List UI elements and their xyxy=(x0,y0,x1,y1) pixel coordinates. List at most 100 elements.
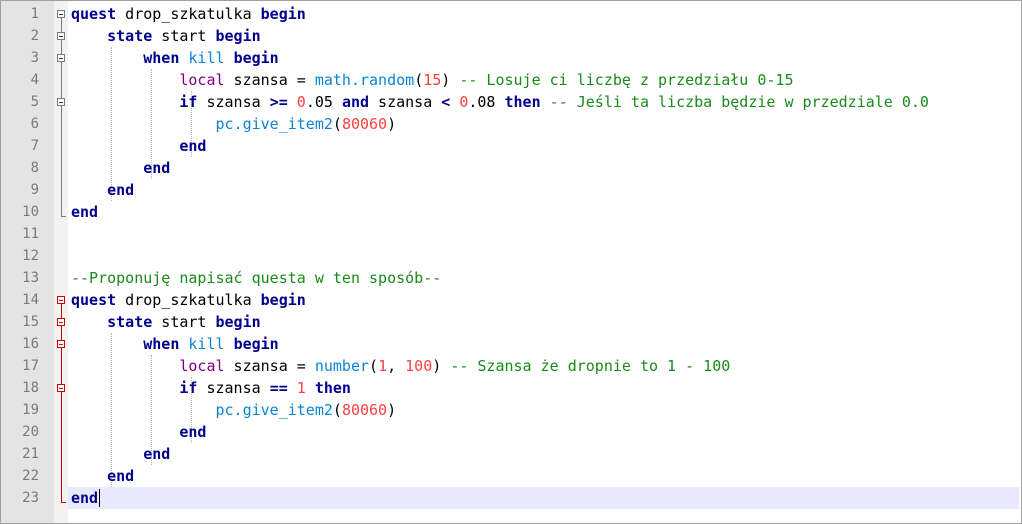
code-text: pc.give_item2(80060) xyxy=(71,399,397,421)
code-token: pc.give_item2 xyxy=(215,401,333,419)
line-number: 7 xyxy=(30,138,39,154)
code-line[interactable]: 12 xyxy=(1,245,1021,267)
line-number: 6 xyxy=(30,116,39,132)
code-token: ) xyxy=(387,115,397,133)
code-line[interactable]: 21 end xyxy=(1,443,1021,465)
code-token: if xyxy=(179,379,198,397)
code-token: end xyxy=(179,423,207,441)
code-line[interactable]: 1 quest drop_szkatulka begin xyxy=(1,3,1021,25)
code-token: szansa xyxy=(197,93,270,111)
code-token: .08 xyxy=(468,93,505,111)
code-text: end xyxy=(71,201,98,223)
code-line[interactable]: 19 pc.give_item2(80060) xyxy=(1,399,1021,421)
code-token: 80060 xyxy=(341,115,388,133)
code-token: state xyxy=(107,27,153,45)
line-number: 21 xyxy=(22,446,39,462)
code-token: and xyxy=(341,93,370,111)
code-text: quest drop_szkatulka begin xyxy=(71,289,306,311)
code-line[interactable]: 15 state start begin xyxy=(1,311,1021,333)
code-text: end xyxy=(71,421,206,443)
line-number: 18 xyxy=(22,380,39,396)
code-token: begin xyxy=(233,335,279,353)
code-line[interactable]: 13 --Proponuję napisać questa w ten sposó… xyxy=(1,267,1021,289)
code-text: end xyxy=(71,157,170,179)
code-line[interactable]: 2 state start begin xyxy=(1,25,1021,47)
code-line[interactable]: 20 end xyxy=(1,421,1021,443)
code-line[interactable]: 16 when kill begin xyxy=(1,333,1021,355)
fold-collapse-icon[interactable] xyxy=(57,340,65,348)
code-token: end xyxy=(179,137,207,155)
fold-collapse-icon[interactable] xyxy=(57,10,65,18)
code-token: 1 xyxy=(296,379,306,397)
code-token: -- Szansa że dropnie to 1 - 100 xyxy=(450,357,731,375)
code-token: end xyxy=(107,467,135,485)
code-token: --Proponuję napisać questa w ten sposób-… xyxy=(71,269,442,287)
line-number: 11 xyxy=(22,226,39,242)
code-token: kill xyxy=(188,335,225,353)
code-text: end xyxy=(71,179,134,201)
fold-collapse-icon[interactable] xyxy=(57,296,65,304)
code-token: math.random xyxy=(314,71,415,89)
code-token: ( xyxy=(332,115,342,133)
code-text: end xyxy=(71,465,134,487)
code-line[interactable]: 18 if szansa == 1 then xyxy=(1,377,1021,399)
code-text: state start begin xyxy=(71,311,261,333)
code-line[interactable]: 22 end xyxy=(1,465,1021,487)
line-number: 19 xyxy=(22,402,39,418)
code-line[interactable]: 5 if szansa >= 0.05 and szansa < 0.08 th… xyxy=(1,91,1021,113)
code-text: local szansa = math.random(15) -- Losuje… xyxy=(71,69,793,91)
code-token: local xyxy=(179,357,225,375)
code-line[interactable]: 7 end xyxy=(1,135,1021,157)
code-token: start xyxy=(152,313,216,331)
code-token: then xyxy=(504,93,541,111)
fold-end xyxy=(61,502,66,503)
code-token: -- Losuje ci liczbę z przedziału 0-15 xyxy=(459,71,794,89)
line-number: 20 xyxy=(22,424,39,440)
code-token: start xyxy=(152,27,216,45)
code-token: when xyxy=(143,335,180,353)
code-line[interactable]: 23 end xyxy=(1,487,1021,509)
code-line[interactable]: 9 end xyxy=(1,179,1021,201)
code-line[interactable]: 6 pc.give_item2(80060) xyxy=(1,113,1021,135)
fold-collapse-icon[interactable] xyxy=(57,32,65,40)
line-number: 12 xyxy=(22,248,39,264)
line-number: 17 xyxy=(22,358,39,374)
line-number: 22 xyxy=(22,468,39,484)
fold-collapse-icon[interactable] xyxy=(57,318,65,326)
code-token: begin xyxy=(260,291,306,309)
code-token: end xyxy=(107,181,135,199)
code-token: -- Jeśli ta liczba będzie w przedziale 0… xyxy=(549,93,929,111)
code-token: begin xyxy=(233,49,279,67)
code-line[interactable]: 4 local szansa = math.random(15) -- Losu… xyxy=(1,69,1021,91)
fold-collapse-icon[interactable] xyxy=(57,54,65,62)
code-token: 1 xyxy=(378,357,388,375)
code-line[interactable]: 3 when kill begin xyxy=(1,47,1021,69)
fold-collapse-icon[interactable] xyxy=(57,384,65,392)
code-line[interactable]: 10 end xyxy=(1,201,1021,223)
fold-collapse-icon[interactable] xyxy=(57,98,65,106)
code-line[interactable]: 11 xyxy=(1,223,1021,245)
code-token: szansa = xyxy=(224,71,315,89)
code-line[interactable]: 14 quest drop_szkatulka begin xyxy=(1,289,1021,311)
code-line[interactable]: 8 end xyxy=(1,157,1021,179)
code-editor[interactable]: 1 quest drop_szkatulka begin 2 state start… xyxy=(0,0,1022,524)
code-token: begin xyxy=(215,27,261,45)
line-number: 1 xyxy=(30,6,39,22)
code-token: ( xyxy=(332,401,342,419)
code-token: end xyxy=(143,159,171,177)
code-line[interactable]: 17 local szansa = number(1, 100) -- Szan… xyxy=(1,355,1021,377)
